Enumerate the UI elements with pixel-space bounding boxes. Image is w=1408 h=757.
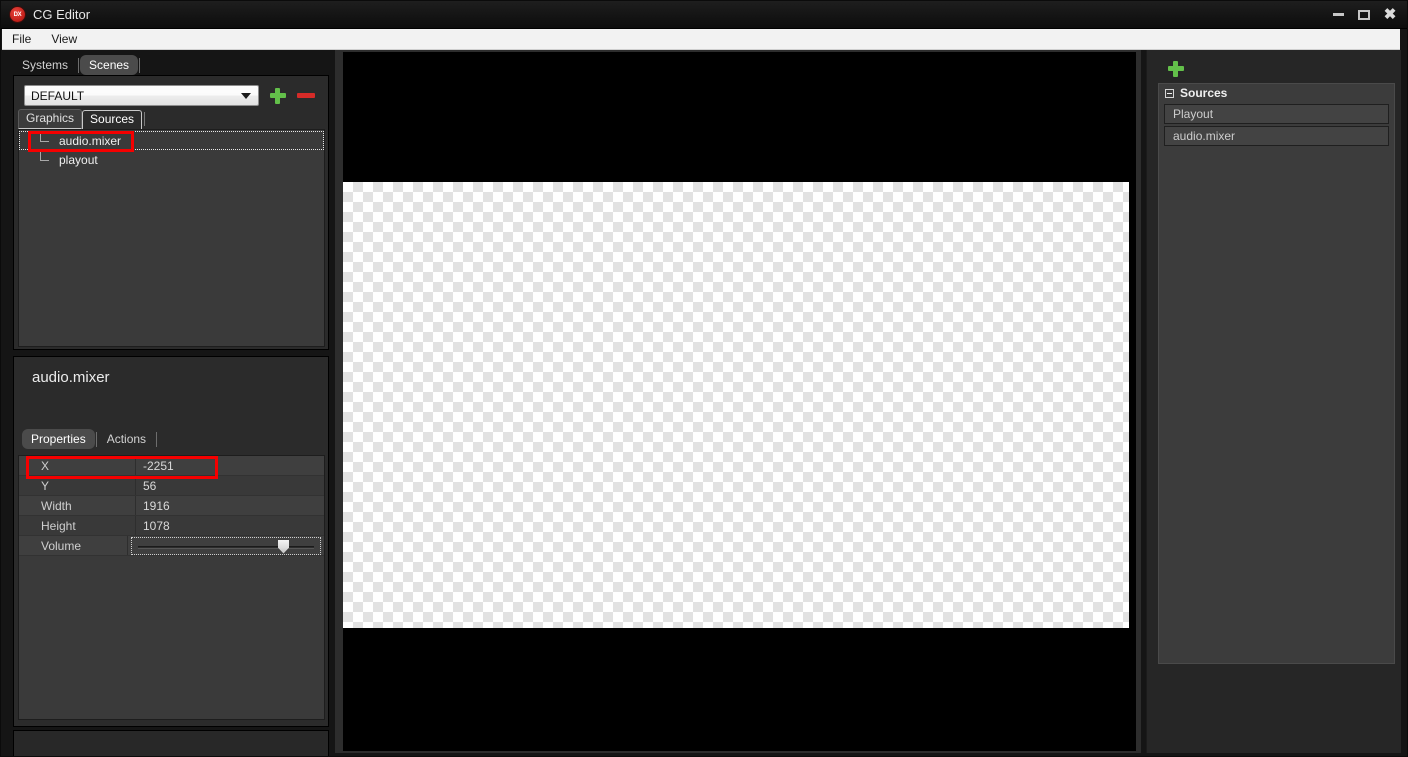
scene-dropdown-value: DEFAULT [31, 88, 85, 103]
add-source-button[interactable] [1167, 60, 1185, 78]
tree-item-label: audio.mixer [59, 133, 122, 148]
tree-branch-icon [40, 152, 49, 161]
property-row-volume[interactable]: Volume [19, 536, 324, 556]
window-controls: ✖ [1325, 1, 1407, 29]
tab-actions[interactable]: Actions [98, 429, 155, 449]
property-value-width[interactable]: 1916 [136, 496, 324, 515]
maximize-button[interactable] [1351, 2, 1377, 28]
property-row-x[interactable]: X -2251 [19, 456, 324, 476]
sources-group-header[interactable]: Sources [1159, 84, 1394, 102]
application-window: DX CG Editor ✖ File View Systems Scenes [0, 0, 1408, 757]
title-bar: DX CG Editor ✖ [1, 1, 1407, 29]
tab-divider [144, 112, 146, 126]
property-key: Width [19, 496, 136, 515]
property-value-x[interactable]: -2251 [136, 456, 324, 475]
tab-scenes[interactable]: Scenes [80, 55, 139, 75]
bottom-empty-panel [13, 730, 329, 756]
property-value-height[interactable]: 1078 [136, 516, 324, 535]
remove-scene-button[interactable] [297, 87, 315, 105]
preview-area [335, 50, 1141, 753]
properties-title: audio.mixer [32, 369, 110, 386]
property-row-height[interactable]: Height 1078 [19, 516, 324, 536]
close-button[interactable]: ✖ [1377, 2, 1403, 28]
properties-panel: audio.mixer Properties Actions X -2251 Y… [13, 356, 329, 727]
scenes-panel: DEFAULT Graphics Sources audio.mixer pla… [13, 75, 329, 350]
source-item-label: Playout [1173, 107, 1214, 121]
sources-group-title: Sources [1180, 86, 1228, 100]
tab-systems[interactable]: Systems [13, 55, 77, 75]
scene-content-tabstrip: Graphics Sources [18, 109, 146, 129]
source-item-label: audio.mixer [1173, 129, 1236, 143]
properties-grid: X -2251 Y 56 Width 1916 Height 1078 Volu… [18, 455, 325, 720]
menu-item-view[interactable]: View [41, 30, 87, 48]
scene-dropdown[interactable]: DEFAULT [24, 85, 259, 106]
menu-item-file[interactable]: File [2, 30, 41, 48]
properties-tabstrip: Properties Actions [22, 429, 158, 449]
tab-sources[interactable]: Sources [82, 110, 143, 129]
tree-item-audio-mixer[interactable]: audio.mixer [19, 131, 324, 150]
property-row-width[interactable]: Width 1916 [19, 496, 324, 516]
tab-divider [78, 58, 80, 73]
tab-graphics[interactable]: Graphics [18, 109, 83, 129]
property-value-y[interactable]: 56 [136, 476, 324, 495]
app-logo-icon: DX [10, 7, 25, 22]
volume-slider-thumb[interactable] [278, 539, 289, 554]
window-title: CG Editor [33, 7, 91, 22]
tab-divider [95, 432, 97, 447]
add-scene-button[interactable] [269, 87, 287, 105]
property-key: Height [19, 516, 136, 535]
tree-item-label: playout [59, 152, 98, 167]
collapse-minus-icon[interactable] [1165, 88, 1174, 98]
property-key: X [19, 456, 136, 475]
menu-bar: File View [2, 29, 1400, 50]
sources-group-box: Sources Playout audio.mixer [1158, 83, 1395, 664]
scene-selector-row: DEFAULT [24, 85, 315, 106]
tree-item-playout[interactable]: playout [19, 150, 324, 169]
right-panel: Sources Playout audio.mixer [1146, 50, 1401, 753]
sources-tree[interactable]: audio.mixer playout [18, 129, 325, 347]
source-item-audio-mixer[interactable]: audio.mixer [1164, 126, 1389, 146]
close-icon: ✖ [1383, 6, 1397, 23]
property-key: Y [19, 476, 136, 495]
chevron-down-icon [241, 92, 251, 99]
preview-canvas[interactable] [343, 52, 1136, 751]
tab-divider [156, 432, 158, 447]
transparency-checkerboard [343, 182, 1129, 628]
property-row-y[interactable]: Y 56 [19, 476, 324, 496]
left-column: Systems Scenes DEFAULT Graphics Sources [9, 53, 329, 756]
tab-properties[interactable]: Properties [22, 429, 95, 449]
property-key: Volume [19, 536, 128, 555]
tab-divider [139, 58, 141, 73]
property-value-volume[interactable] [128, 536, 324, 555]
left-top-tabstrip: Systems Scenes [9, 53, 329, 75]
tree-branch-icon [40, 133, 49, 142]
minimize-button[interactable] [1325, 2, 1351, 28]
maximize-icon [1358, 9, 1370, 20]
source-item-playout[interactable]: Playout [1164, 104, 1389, 124]
volume-slider[interactable] [131, 536, 321, 555]
minimize-icon [1332, 13, 1344, 16]
